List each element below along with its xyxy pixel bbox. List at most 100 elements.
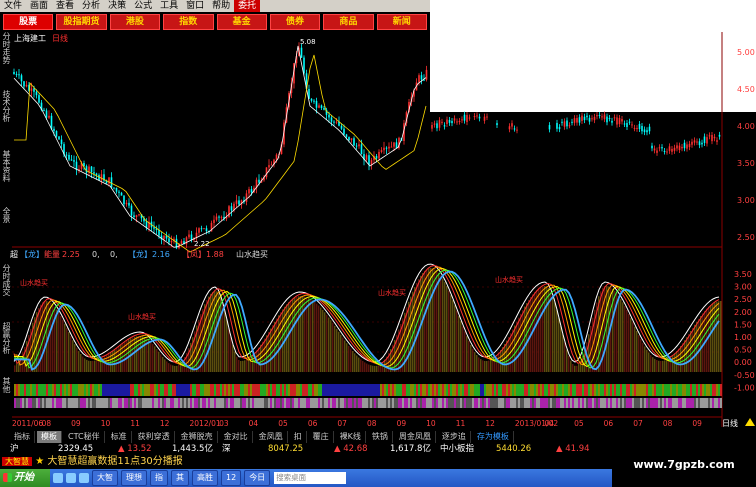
menu-item[interactable]: 公式 <box>130 0 156 12</box>
signal-strip-2 <box>58 398 60 408</box>
candle-body <box>573 118 576 123</box>
category-button[interactable]: 基金 <box>216 14 267 30</box>
signal-strip-1 <box>218 384 220 396</box>
taskbar-task[interactable]: 指 <box>150 470 168 486</box>
menu-item[interactable]: 帮助 <box>208 0 234 12</box>
menu-item[interactable]: 决策 <box>104 0 130 12</box>
signal-strip-1 <box>160 384 162 396</box>
signal-strip-1 <box>370 384 372 396</box>
menu-item[interactable]: 工具 <box>156 0 182 12</box>
signal-strip-2 <box>656 398 658 408</box>
quicklaunch-app-icon[interactable] <box>79 473 89 483</box>
signal-strip-1 <box>702 384 704 396</box>
indicator-label: 能量 <box>44 249 60 259</box>
x-axis-label: 05 <box>278 419 288 427</box>
template-tab[interactable]: 扣 <box>290 431 307 443</box>
menu-item[interactable]: 窗口 <box>182 0 208 12</box>
signal-strip-2 <box>138 398 140 408</box>
x-axis-label: 08 <box>663 419 673 427</box>
menu-item[interactable]: 画面 <box>26 0 52 12</box>
quicklaunch-browser-icon[interactable] <box>53 473 63 483</box>
menu-item[interactable]: 委托 <box>234 0 261 12</box>
taskbar-task[interactable]: 今日 <box>244 470 271 486</box>
template-tab[interactable]: 铁锅 <box>368 431 393 443</box>
signal-strip-1 <box>240 384 242 396</box>
template-tab[interactable]: 模板 <box>37 431 62 443</box>
signal-strip-1 <box>512 384 514 396</box>
indicator-bar <box>450 295 452 372</box>
template-tab[interactable]: 指标 <box>10 431 35 443</box>
signal-strip-2 <box>444 398 446 408</box>
category-button[interactable]: 新闻 <box>376 14 427 30</box>
signal-strip-1 <box>50 384 52 396</box>
category-button[interactable]: 股指期货 <box>56 14 107 30</box>
template-tab[interactable]: 周金凤凰 <box>395 431 436 443</box>
signal-strip-2 <box>418 398 420 408</box>
signal-strip-1 <box>286 384 288 396</box>
template-tab[interactable]: 获利穿透 <box>134 431 175 443</box>
candle-body <box>118 191 120 193</box>
signal-strip-1 <box>174 384 176 396</box>
signal-strip-2 <box>348 398 350 408</box>
taskbar-task[interactable]: 理想 <box>121 470 147 486</box>
signal-strip-1 <box>202 384 204 396</box>
signal-strip-1 <box>718 384 720 396</box>
template-tab[interactable]: 金凤凰 <box>255 431 288 443</box>
template-tab[interactable]: 裸K线 <box>336 431 366 443</box>
ma-line-white <box>13 45 427 248</box>
menu-item[interactable]: 分析 <box>78 0 104 12</box>
signal-strip-1 <box>130 384 132 396</box>
stock-chart-area[interactable]: 5.00 4.50 4.00 3.50 3.00 2.50 3.50 3.00 2.50 2.00… <box>0 32 756 427</box>
signal-strip-2 <box>530 398 532 408</box>
template-tab[interactable]: 覆庄 <box>309 431 334 443</box>
signal-strip-2 <box>212 398 214 408</box>
template-tab[interactable]: 标准 <box>107 431 132 443</box>
template-tab[interactable]: 逐步追 <box>438 431 471 443</box>
start-button[interactable]: 开始 <box>0 469 50 487</box>
signal-strip-1 <box>242 384 244 396</box>
template-tab[interactable]: 金狮脱壳 <box>177 431 218 443</box>
signal-strip-1 <box>578 384 580 396</box>
template-tab[interactable]: CTC秘伴 <box>64 431 105 443</box>
signal-strip-1 <box>68 384 70 396</box>
signal-strip-2 <box>452 398 454 408</box>
taskbar-task[interactable]: 其 <box>171 470 189 486</box>
index-quote: 2329.45 <box>58 444 94 454</box>
x-axis-label: 06 <box>308 419 318 427</box>
signal-strip-2 <box>380 398 382 408</box>
menu-item[interactable]: 文件 <box>0 0 26 12</box>
signal-strip-1 <box>330 384 332 396</box>
signal-strip-1 <box>122 384 124 396</box>
category-button[interactable]: 股票 <box>3 14 54 30</box>
candle-body <box>718 134 721 137</box>
signal-strip-1 <box>640 384 642 396</box>
candle-body <box>200 228 203 230</box>
category-button[interactable]: 指数 <box>163 14 214 30</box>
signal-strip-1 <box>404 384 406 396</box>
template-tab[interactable]: 金对比 <box>220 431 253 443</box>
indicator-bar <box>290 300 292 372</box>
signal-strip-1 <box>460 384 462 396</box>
menu-item[interactable]: 查看 <box>52 0 78 12</box>
candle-body <box>613 117 616 119</box>
signal-strip-1 <box>602 384 604 396</box>
template-tab[interactable]: 存为模板 <box>473 431 514 443</box>
signal-strip-2 <box>40 398 42 408</box>
taskbar-task[interactable]: 大智 <box>92 470 118 486</box>
desktop-search-input[interactable]: 搜索桌面 <box>274 472 347 484</box>
ticker-text[interactable]: 大智慧超赢数据11点30分播报 <box>47 456 182 467</box>
category-button[interactable]: 商品 <box>323 14 374 30</box>
signal-strip-2 <box>262 398 264 408</box>
taskbar-task[interactable]: 12 <box>221 470 242 486</box>
candle-body <box>300 47 303 58</box>
category-button[interactable]: 港股 <box>109 14 161 30</box>
taskbar-task[interactable]: 高胜 <box>192 470 218 486</box>
indicator-bar <box>40 304 42 372</box>
candle-body <box>310 98 313 101</box>
quicklaunch-desktop-icon[interactable] <box>66 473 76 483</box>
signal-strip-2 <box>690 398 692 408</box>
indicator-bar <box>252 354 254 372</box>
signal-strip-2 <box>146 398 148 408</box>
candle-body <box>606 116 608 123</box>
category-button[interactable]: 债券 <box>269 14 321 30</box>
